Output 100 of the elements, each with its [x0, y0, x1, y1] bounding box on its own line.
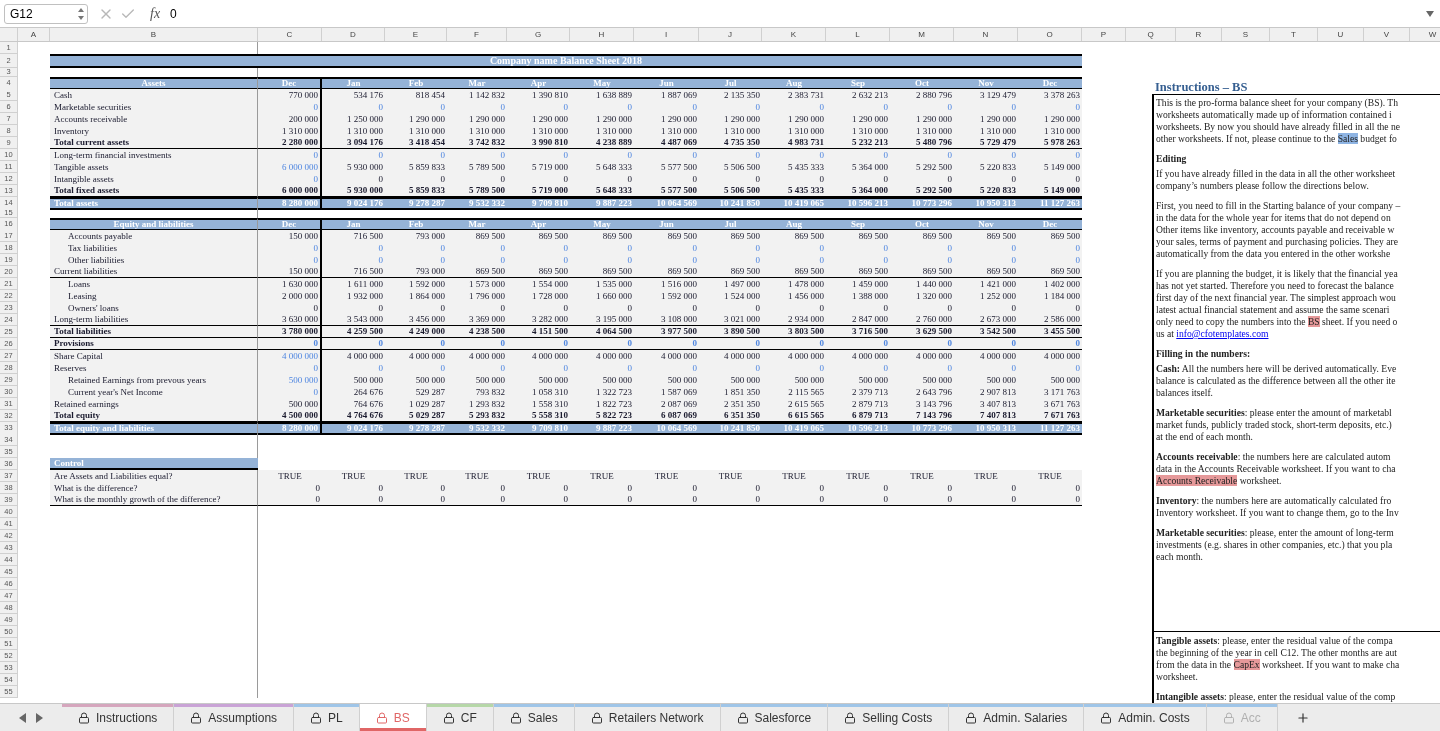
sheet-tab[interactable]: Selling Costs	[828, 704, 950, 731]
table-cell: 869 500	[570, 266, 634, 278]
column-header[interactable]: E	[385, 28, 447, 41]
table-cell: 4 000 000	[634, 350, 699, 362]
table-cell: 0	[890, 173, 954, 185]
row-label: Cash	[50, 89, 258, 101]
column-header[interactable]: S	[1222, 28, 1270, 41]
formula-field[interactable]: 0	[170, 2, 1426, 25]
table-cell: TRUE	[699, 470, 762, 482]
column-header[interactable]: H	[570, 28, 634, 41]
column-header[interactable]: M	[890, 28, 954, 41]
email-link[interactable]: info@cfotemplates.com	[1176, 328, 1269, 339]
table-cell: TRUE	[385, 470, 447, 482]
column-header[interactable]: D	[322, 28, 385, 41]
column-header[interactable]: G	[507, 28, 570, 41]
lock-icon	[442, 711, 455, 724]
table-cell: TRUE	[890, 470, 954, 482]
column-header[interactable]: Q	[1126, 28, 1176, 41]
sheet-tab[interactable]: Admin. Salaries	[949, 704, 1085, 731]
column-header[interactable]: W	[1410, 28, 1440, 41]
table-cell: 1 290 000	[447, 113, 507, 125]
table-cell: 3 282 000	[507, 314, 570, 326]
table-cell: 0	[762, 338, 826, 350]
next-sheet-icon[interactable]	[36, 712, 43, 723]
table-cell: 5 220 833	[954, 185, 1018, 197]
table-cell: 1 058 310	[507, 386, 570, 398]
table-cell: 3 407 813	[954, 398, 1018, 410]
column-header[interactable]: L	[826, 28, 890, 41]
column-header[interactable]: U	[1318, 28, 1364, 41]
column-header[interactable]: C	[258, 28, 322, 41]
table-cell: 1 322 723	[570, 386, 634, 398]
table-cell: 1 310 000	[507, 125, 570, 137]
row-label: Are Assets and Liabilities equal?	[50, 470, 258, 482]
instruction-paragraph: Tangible assets: please, enter the residual value of the compa the beginning of the year in cell C12. The other months are aut from the data in the CapEx worksheet. If you want to make cha worksheet.	[1156, 635, 1401, 683]
table-cell: 1 290 000	[954, 113, 1018, 125]
sheet-tab[interactable]: CF	[426, 704, 494, 731]
row-label: Total equity	[50, 410, 258, 422]
column-header[interactable]: P	[1082, 28, 1126, 41]
column-header[interactable]: V	[1364, 28, 1410, 41]
table-cell: 2 115 565	[762, 386, 826, 398]
table-cell: 9 532 332	[447, 197, 507, 210]
table-cell: 5 577 500	[634, 161, 699, 173]
table-cell: 264 676	[322, 386, 385, 398]
table-cell: 4 000 000	[570, 350, 634, 362]
table-cell: 2 847 000	[826, 314, 890, 326]
column-header[interactable]: O	[1018, 28, 1082, 41]
table-cell: 500 000	[507, 374, 570, 386]
table-cell: 1 310 000	[1018, 125, 1082, 137]
sheet-tab[interactable]: Admin. Costs	[1084, 704, 1207, 731]
table-cell: 0	[258, 254, 322, 266]
sheet-tab[interactable]: Retailers Network	[574, 704, 721, 731]
table-cell: 0	[385, 362, 447, 374]
sheet-tab[interactable]: Instructions	[62, 704, 175, 731]
table-cell: 869 500	[699, 266, 762, 278]
table-cell: 0	[258, 494, 322, 506]
table-cell: 3 456 000	[385, 314, 447, 326]
table-cell: 869 500	[634, 266, 699, 278]
previous-sheet-icon[interactable]	[19, 712, 26, 723]
table-cell: 4 000 000	[890, 350, 954, 362]
column-header[interactable]: F	[447, 28, 507, 41]
table-cell: 0	[570, 494, 634, 506]
table-cell: 0	[826, 101, 890, 113]
table-cell: 3 021 000	[699, 314, 762, 326]
table-cell: 9 887 223	[570, 422, 634, 435]
column-header[interactable]: I	[634, 28, 699, 41]
table-cell: 1 592 000	[634, 290, 699, 302]
column-header[interactable]: J	[699, 28, 762, 41]
table-cell: 2 880 796	[890, 89, 954, 101]
table-cell: 3 171 763	[1018, 386, 1082, 398]
table-cell: 1 478 000	[762, 278, 826, 290]
table-cell: TRUE	[258, 470, 322, 482]
name-box[interactable]: G12	[4, 3, 88, 24]
column-header[interactable]: A	[18, 28, 50, 41]
column-header[interactable]: N	[954, 28, 1018, 41]
table-cell: 1 459 000	[826, 278, 890, 290]
table-cell: 200 000	[258, 113, 322, 125]
column-header[interactable]: K	[762, 28, 826, 41]
table-cell: 9 024 176	[322, 422, 385, 435]
table-cell: 11 127 263	[1018, 197, 1082, 210]
stepper-icon[interactable]	[77, 6, 85, 21]
column-header[interactable]: B	[50, 28, 258, 41]
row-label: Leasing	[50, 290, 258, 302]
sheet-tab[interactable]: Salesforce	[720, 704, 829, 731]
table-cell: 0	[954, 494, 1018, 506]
column-header[interactable]: R	[1176, 28, 1222, 41]
table-cell: TRUE	[826, 470, 890, 482]
function-label[interactable]: fx	[150, 3, 161, 24]
caret-icon[interactable]	[1426, 10, 1434, 17]
column-header[interactable]: T	[1270, 28, 1318, 41]
table-cell: 1 390 810	[507, 89, 570, 101]
table-cell: 0	[890, 338, 954, 350]
instruction-paragraph: This is the pro-forma balance sheet for your company (BS). Th worksheets automatically made up of information contained i worksheets. By now you should have already filled in all the ne other worksheets. If not, please continue to the Sales budget fo	[1156, 97, 1402, 145]
sheet-tab[interactable]: PL	[294, 704, 360, 731]
lock-icon	[590, 711, 603, 724]
sheet-tab[interactable]: Assumptions	[174, 704, 295, 731]
table-cell: 10 950 313	[954, 197, 1018, 210]
table-cell: 0	[699, 494, 762, 506]
table-cell: 0	[699, 242, 762, 254]
sheet-tab[interactable]: Sales	[493, 704, 575, 731]
table-cell: 3 977 500	[634, 326, 699, 338]
